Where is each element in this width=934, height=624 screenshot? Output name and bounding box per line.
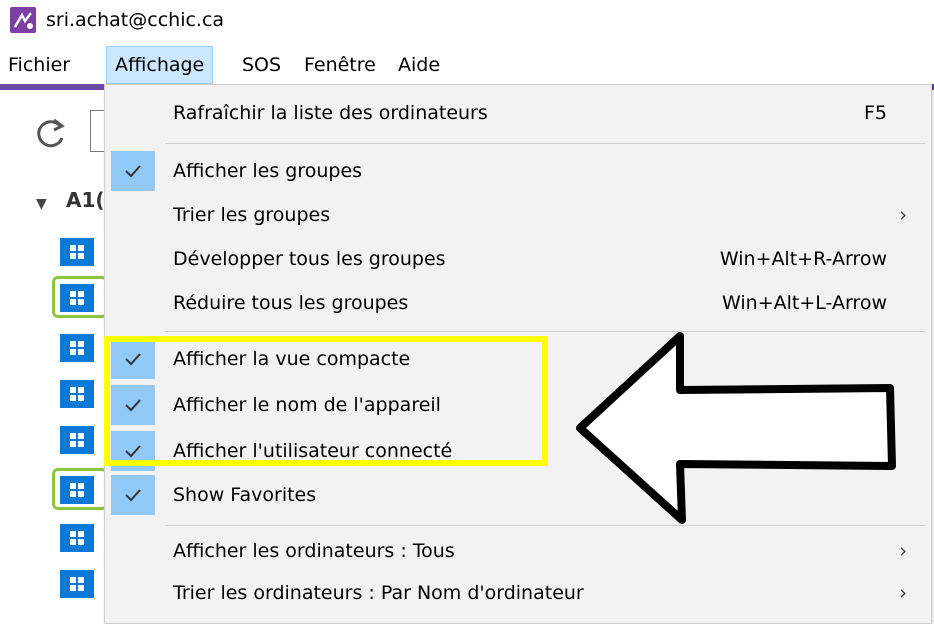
menu-affichage[interactable]: Affichage [106, 46, 214, 84]
menu-item-label: Afficher les groupes [173, 160, 363, 182]
submenu-arrow-icon: › [899, 204, 907, 226]
menu-item-expand-all[interactable]: Développer tous les groupes Win+Alt+R-Ar… [105, 237, 931, 281]
windows-computer-icon[interactable] [60, 238, 94, 266]
shortcut-label: F5 [863, 102, 887, 124]
windows-computer-icon[interactable] [60, 284, 94, 312]
menu-item-label: Rafraîchir la liste des ordinateurs [173, 102, 488, 124]
checkmark-icon [111, 475, 155, 515]
menu-item-sort-groups[interactable]: Trier les groupes › [105, 193, 931, 237]
menu-item-label: Réduire tous les groupes [173, 292, 409, 314]
menu-item-label: Trier les ordinateurs : Par Nom d'ordina… [173, 582, 584, 604]
windows-computer-icon[interactable] [60, 476, 94, 504]
group-label[interactable]: A1( [66, 188, 105, 212]
menu-item-label: Afficher les ordinateurs : Tous [173, 540, 455, 562]
windows-computer-icon[interactable] [60, 426, 94, 454]
menu-bar: Fichier Affichage SOS Fenêtre Aide [0, 46, 934, 84]
windows-computer-icon[interactable] [60, 524, 94, 552]
menu-fichier[interactable]: Fichier [0, 46, 78, 84]
windows-computer-icon[interactable] [60, 380, 94, 408]
checkmark-icon [111, 151, 155, 191]
submenu-arrow-icon: › [899, 582, 907, 604]
menu-item-label: Développer tous les groupes [173, 248, 446, 270]
menu-item-collapse-all[interactable]: Réduire tous les groupes Win+Alt+L-Arrow [105, 281, 931, 325]
menu-separator [165, 143, 925, 144]
left-arrow-annotation-icon [576, 332, 896, 524]
submenu-arrow-icon: › [899, 540, 907, 562]
menu-item-label: Trier les groupes [173, 204, 331, 226]
window-title: sri.achat@cchic.ca [46, 9, 225, 31]
windows-computer-icon[interactable] [60, 570, 94, 598]
menu-item-label: Show Favorites [173, 484, 317, 506]
highlight-box [104, 336, 548, 466]
menu-item-refresh[interactable]: Rafraîchir la liste des ordinateurs F5 [105, 91, 931, 135]
title-bar: sri.achat@cchic.ca [0, 0, 934, 40]
shortcut-label: Win+Alt+R-Arrow [719, 248, 887, 270]
menu-aide[interactable]: Aide [390, 46, 448, 84]
menu-fenetre[interactable]: Fenêtre [296, 46, 384, 84]
windows-computer-icon[interactable] [60, 334, 94, 362]
menu-item-show-computers[interactable]: Afficher les ordinateurs : Tous › [105, 529, 931, 573]
menu-item-sort-computers[interactable]: Trier les ordinateurs : Par Nom d'ordina… [105, 571, 931, 615]
collapse-arrow-icon[interactable]: ▼ [36, 196, 47, 212]
app-logo-icon [10, 7, 36, 33]
refresh-icon[interactable] [30, 114, 70, 154]
shortcut-label: Win+Alt+L-Arrow [722, 292, 887, 314]
menu-sos[interactable]: SOS [234, 46, 289, 84]
menu-item-show-groups[interactable]: Afficher les groupes [105, 149, 931, 193]
